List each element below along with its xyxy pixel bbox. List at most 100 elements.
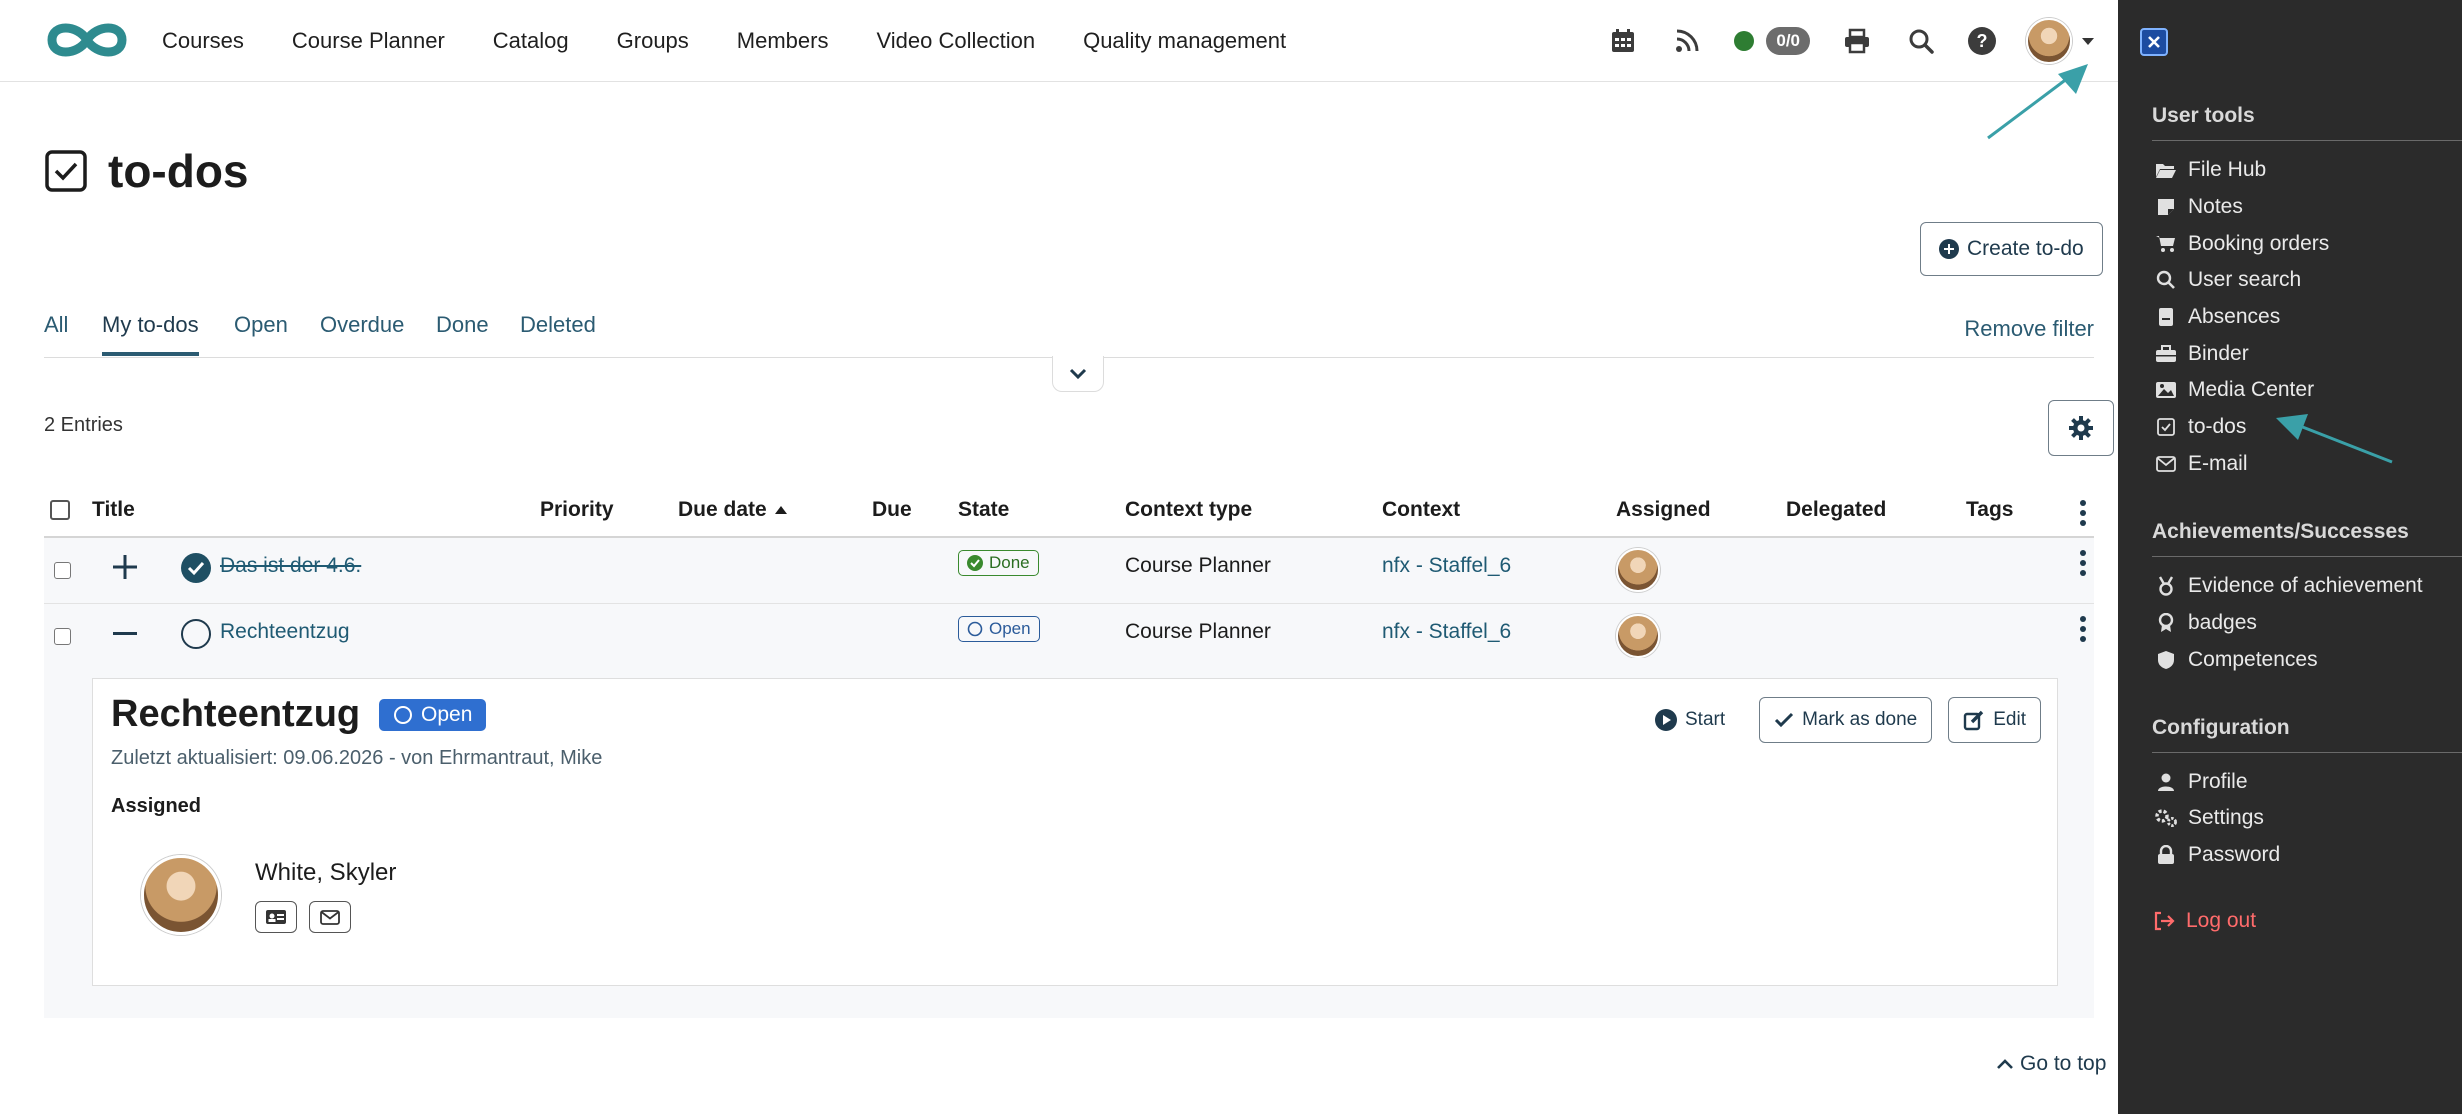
tab-overdue[interactable]: Overdue [320,312,404,338]
nav-members[interactable]: Members [737,28,829,54]
menu-todos[interactable]: to-dos [2154,415,2246,439]
todo-title-link[interactable]: Das ist der 4.6. [220,554,361,578]
circle-icon [394,706,412,724]
status-label: Open [989,619,1031,638]
column-context[interactable]: Context [1382,498,1460,522]
tab-deleted[interactable]: Deleted [520,312,596,338]
start-button[interactable]: Start [1655,709,1725,731]
assignee-avatar[interactable] [1616,548,1660,592]
expand-row-plus-icon[interactable] [110,552,140,588]
help-icon[interactable]: ? [1968,27,1996,55]
menu-settings[interactable]: Settings [2154,806,2264,830]
tab-my-todos[interactable]: My to-dos [102,312,199,356]
context-link[interactable]: nfx - Staffel_6 [1382,620,1511,644]
edit-button[interactable]: Edit [1948,697,2041,743]
nav-quality-management[interactable]: Quality management [1083,28,1286,54]
table-row: Das ist der 4.6. Done Course Planner nfx… [44,538,2094,604]
column-due-date-label: Due date [678,498,767,521]
collapse-row-minus-icon[interactable] [110,618,140,654]
close-drawer-button[interactable] [2140,28,2168,56]
shield-icon [2154,650,2178,670]
menu-file-hub-label: File Hub [2188,158,2267,181]
logout-label: Log out [2186,909,2257,932]
user-icon [2154,772,2178,792]
calendar-icon[interactable] [1606,24,1640,58]
menu-evidence-of-achievement[interactable]: Evidence of achievement [2154,574,2423,598]
online-status-icon[interactable] [1734,31,1755,51]
menu-profile[interactable]: Profile [2154,770,2248,794]
menu-badges[interactable]: badges [2154,611,2257,635]
column-due[interactable]: Due [872,498,912,522]
nav-courses[interactable]: Courses [162,28,244,54]
menu-media-center[interactable]: Media Center [2154,378,2314,402]
context-link[interactable]: nfx - Staffel_6 [1382,554,1511,578]
gear-icon [2069,416,2093,440]
print-icon[interactable] [1840,24,1874,58]
columns-menu-icon[interactable] [2080,500,2086,526]
menu-email[interactable]: E-mail [2154,452,2248,476]
chevron-down-icon [1069,368,1087,379]
column-context-type[interactable]: Context type [1125,498,1252,522]
row-checkbox[interactable] [54,562,71,579]
shopping-cart-icon [2154,235,2178,253]
mark-as-done-button[interactable]: Mark as done [1759,697,1933,743]
menu-file-hub[interactable]: File Hub [2154,158,2266,182]
rss-feed-icon[interactable] [1670,24,1704,58]
user-avatar[interactable] [2026,18,2072,64]
context-type: Course Planner [1125,554,1271,577]
contact-card-button[interactable] [255,901,297,933]
menu-booking-orders[interactable]: Booking orders [2154,232,2329,256]
tab-open[interactable]: Open [234,312,288,338]
column-title[interactable]: Title [92,498,135,522]
nav-video-collection[interactable]: Video Collection [876,28,1035,54]
tab-all[interactable]: All [44,312,68,338]
column-due-date[interactable]: Due date [678,498,787,522]
column-delegated[interactable]: Delegated [1786,498,1886,522]
filter-tabs: All My to-dos Open Overdue Done Deleted … [44,300,2094,358]
column-state[interactable]: State [958,498,1009,522]
briefcase-icon [2154,345,2178,363]
select-all-checkbox[interactable] [50,500,70,520]
check-circle-icon [967,555,983,571]
send-email-button[interactable] [309,901,351,933]
done-check-icon[interactable] [180,552,212,590]
chevron-down-icon[interactable] [2082,37,2094,45]
nav-course-planner[interactable]: Course Planner [292,28,445,54]
assignee-avatar[interactable] [1616,614,1660,658]
detail-status-label: Open [421,703,473,726]
assignee-name: White, Skyler [255,859,397,886]
create-todo-button[interactable]: Create to-do [1920,222,2103,276]
play-circle-icon [1655,709,1677,731]
todo-title-link[interactable]: Rechteentzug [220,620,350,644]
nav-catalog[interactable]: Catalog [493,28,569,54]
column-assigned[interactable]: Assigned [1616,498,1711,522]
menu-todos-label: to-dos [2188,415,2247,438]
envelope-icon [320,909,340,925]
checkbox-checked-icon [2154,418,2178,436]
menu-binder[interactable]: Binder [2154,342,2249,366]
logout-button[interactable]: Log out [2152,909,2256,933]
open-circle-icon[interactable] [180,618,212,656]
remove-filter-link[interactable]: Remove filter [1964,316,2094,342]
detail-actions: Start Mark as done Edit [1655,697,2041,743]
menu-notes[interactable]: Notes [2154,195,2243,219]
row-checkbox[interactable] [54,628,71,645]
column-tags[interactable]: Tags [1966,498,2013,522]
row-menu-icon[interactable] [2080,550,2086,576]
expand-filters-toggle[interactable] [1052,356,1104,392]
search-icon[interactable] [1904,24,1938,58]
row-menu-icon[interactable] [2080,616,2086,642]
nav-groups[interactable]: Groups [617,28,689,54]
menu-user-search[interactable]: User search [2154,268,2301,292]
menu-password[interactable]: Password [2154,843,2280,867]
go-to-top-link[interactable]: Go to top [1996,1052,2106,1076]
infinity-logo-icon[interactable] [44,18,130,67]
column-priority[interactable]: Priority [540,498,614,522]
assignee-avatar-large[interactable] [141,855,221,935]
menu-absences[interactable]: Absences [2154,305,2280,329]
chat-counter-badge[interactable]: 0/0 [1766,27,1810,55]
table-settings-button[interactable] [2048,400,2114,456]
menu-profile-label: Profile [2188,770,2248,793]
menu-competences[interactable]: Competences [2154,648,2318,672]
tab-done[interactable]: Done [436,312,489,338]
